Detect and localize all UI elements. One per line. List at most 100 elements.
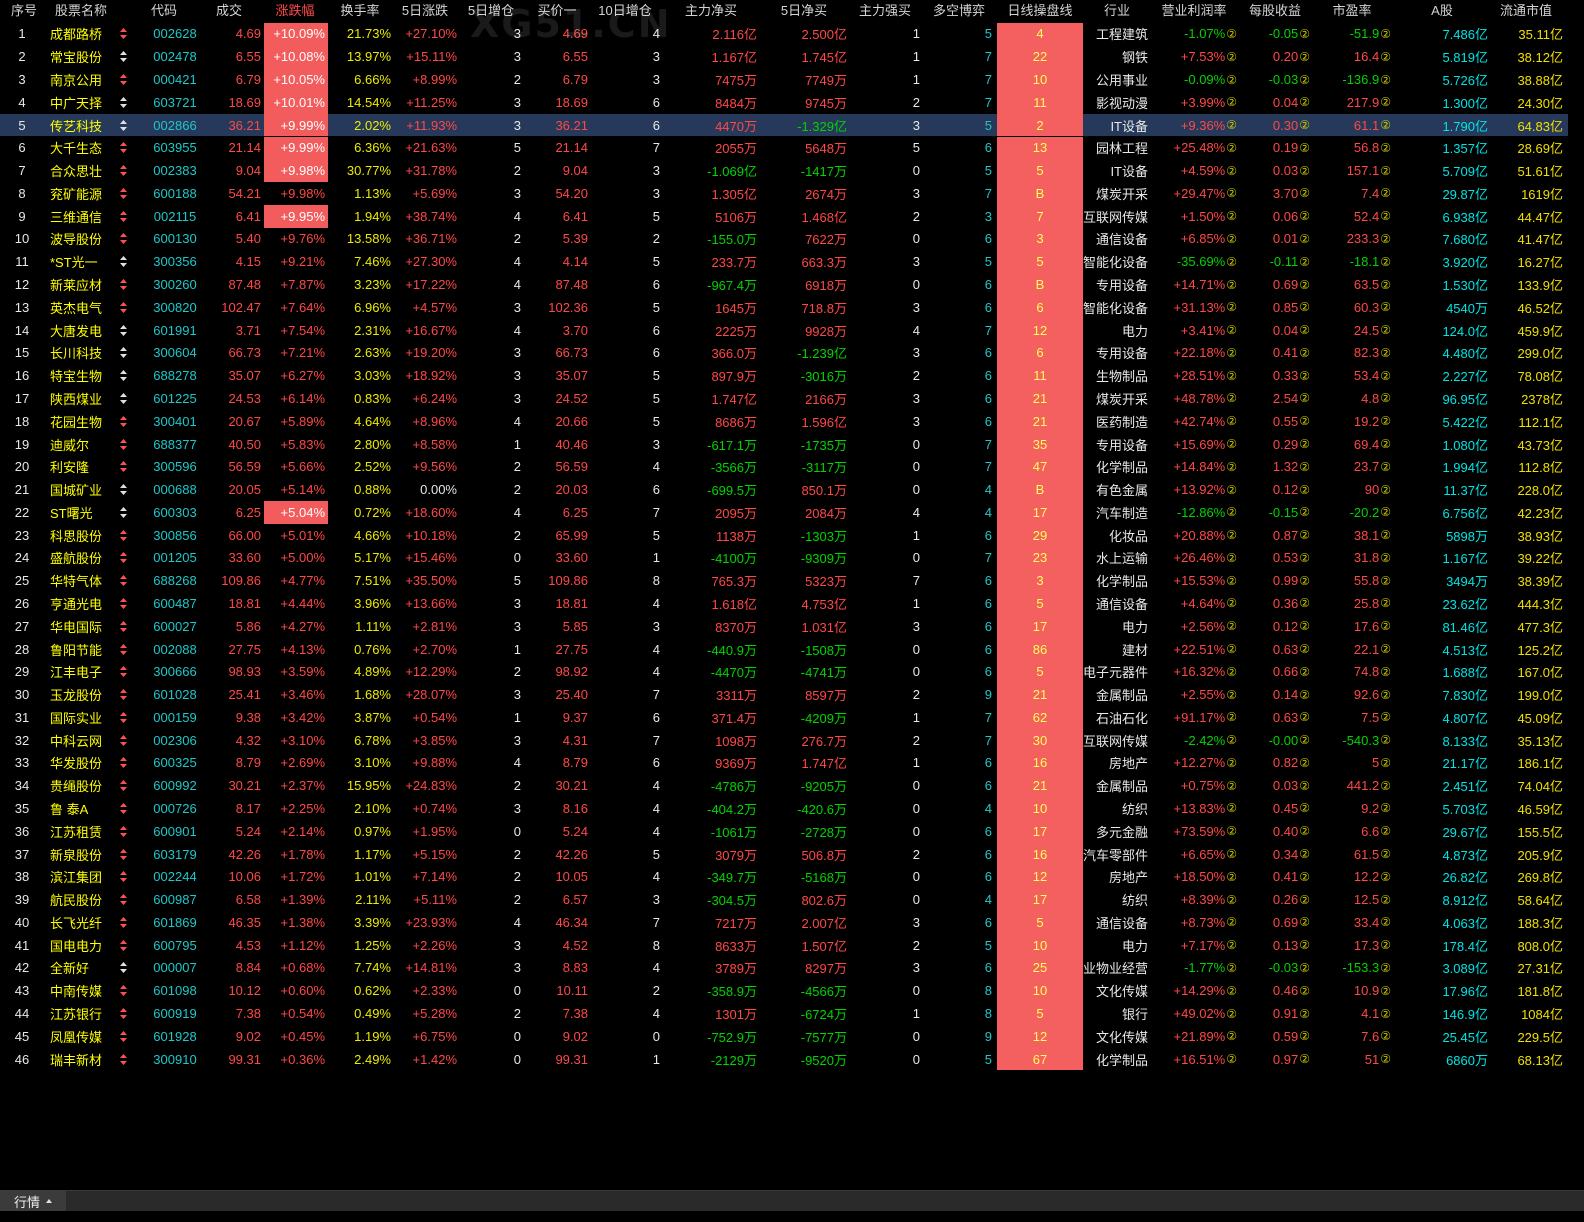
table-row[interactable]: 16 特宝生物 688278 35.07 +6.27% 3.03% +18.92% 3 35.0… bbox=[0, 364, 1568, 388]
name-value: 鲁阳节能 bbox=[50, 642, 103, 658]
cell-add5: 3 bbox=[458, 387, 524, 410]
table-row[interactable]: 33 华发股份 600325 8.79 +2.69% 3.10% +9.88% 4 8.79 6 9… bbox=[0, 751, 1568, 775]
table-row[interactable]: 8 兖矿能源 600188 54.21 +9.98% 1.13% +5.69% 3 54.20 3… bbox=[0, 182, 1568, 205]
table-row[interactable]: 30 玉龙股份 601028 25.41 +3.46% 1.68% +28.07% 3 25.4… bbox=[0, 683, 1568, 706]
eps-value: 0.69 bbox=[1272, 914, 1299, 930]
tab-quotes[interactable]: 行情 bbox=[0, 1191, 66, 1211]
table-row[interactable]: 15 长川科技 300604 66.73 +7.21% 2.63% +19.20% 3 66.7… bbox=[0, 341, 1568, 365]
cell-chg5: +8.58% bbox=[392, 433, 458, 456]
table-row[interactable]: 11 *ST光一 300356 4.15 +9.21% 7.46% +27.30% 4 4.14… bbox=[0, 250, 1568, 274]
table-row[interactable]: 20 利安隆 300596 56.59 +5.66% 2.52% +9.56% 2 56.59 4… bbox=[0, 455, 1568, 479]
table-row[interactable]: 39 航民股份 600987 6.58 +1.39% 2.11% +5.11% 2 6.57 3-… bbox=[0, 888, 1568, 911]
name-value: 亨通光电 bbox=[50, 596, 103, 612]
table-row[interactable]: 1 成都路桥 002628 4.69 +10.09% 21.73% +27.10% 3 4.69… bbox=[0, 22, 1568, 46]
table-row[interactable]: 45 凤凰传媒 601928 9.02 +0.45% 1.19% +6.75% 0 9.02 0-… bbox=[0, 1024, 1568, 1048]
chg-value: +5.83% bbox=[280, 436, 325, 452]
cell-arrow bbox=[116, 501, 130, 524]
ashare-value: 25.45亿 bbox=[1442, 1029, 1488, 1045]
table-row[interactable]: 43 中南传媒 601098 10.12 +0.60% 0.62% +2.33% 0 10.11… bbox=[0, 979, 1568, 1003]
cell-turn: 0.76% bbox=[328, 638, 392, 661]
add10-value: 7 bbox=[652, 687, 660, 703]
report-period-marker: ② bbox=[1226, 1006, 1237, 1021]
table-row[interactable]: 5 传艺科技 002866 36.21 +9.99% 2.02% +11.93% 3 36.21… bbox=[0, 113, 1568, 137]
cell-net5: 506.8万 bbox=[760, 843, 850, 866]
table-row[interactable]: 17 陕西煤业 601225 24.53 +6.14% 0.83% +6.24% 3 24.52… bbox=[0, 387, 1568, 410]
net-value: -1.069亿 bbox=[707, 164, 757, 180]
cell-name: 新莱应材 bbox=[44, 273, 112, 296]
ind-value: 银行 bbox=[1121, 1007, 1148, 1022]
price-value: 35.07 bbox=[228, 368, 261, 384]
table-row[interactable]: 18 花园生物 300401 20.67 +5.89% 4.64% +8.96% 4 20.66… bbox=[0, 409, 1568, 433]
table-row[interactable]: 3 南京公用 000421 6.79 +10.05% 6.66% +8.99% 2 6.79 3 7… bbox=[0, 68, 1568, 91]
table-row[interactable]: 6 大千生态 603955 21.14 +9.99% 6.36% +21.63% 5 21.14… bbox=[0, 136, 1568, 160]
table-row[interactable]: 35 鲁 泰A 000726 8.17 +2.25% 2.10% +0.74% 3 8.16 4-… bbox=[0, 797, 1568, 820]
table-row[interactable]: 21 国城矿业 000688 20.05 +5.14% 0.88% 0.00% 2 20.03 6… bbox=[0, 478, 1568, 501]
line-value: 17 bbox=[1032, 823, 1048, 839]
cell-name: 全新好 bbox=[44, 957, 112, 980]
cell-bid: 7.38 bbox=[524, 1002, 590, 1025]
pe-value: -540.3 bbox=[1342, 732, 1380, 748]
table-row[interactable]: 44 江苏银行 600919 7.38 +0.54% 0.49% +5.28% 2 7.38 4 1… bbox=[0, 1002, 1568, 1025]
table-row[interactable]: 22 ST曙光 600303 6.25 +5.04% 0.72% +18.60% 4 6.25 7… bbox=[0, 500, 1568, 524]
table-row[interactable]: 41 国电电力 600795 4.53 +1.12% 1.25% +2.26% 3 4.52 8 8… bbox=[0, 933, 1568, 957]
report-period-marker: ② bbox=[1299, 755, 1310, 770]
chg5-value: +12.29% bbox=[405, 664, 457, 680]
table-row[interactable]: 28 鲁阳节能 002088 27.75 +4.13% 0.76% +2.70% 1 27.75… bbox=[0, 637, 1568, 661]
table-row[interactable]: 36 江苏租赁 600901 5.24 +2.14% 0.97% +1.95% 0 5.24 4-… bbox=[0, 819, 1568, 843]
add5-value: 3 bbox=[513, 345, 521, 361]
table-row[interactable]: 42 全新好 000007 8.84 +0.68% 7.74% +14.81% 3 8.83 4 3… bbox=[0, 956, 1568, 980]
cell-ashare: 5.726亿 bbox=[1393, 68, 1490, 91]
table-row[interactable]: 25 华特气体 688268 109.86 +4.77% 7.51% +35.50% 5 109… bbox=[0, 569, 1568, 593]
table-row[interactable]: 32 中科云网 002306 4.32 +3.10% 6.78% +3.85% 3 4.31 7 1… bbox=[0, 728, 1568, 752]
cell-ashare: 29.67亿 bbox=[1393, 820, 1490, 843]
table-row[interactable]: 12 新莱应材 300260 87.48 +7.87% 3.23% +17.22% 4 87.4… bbox=[0, 273, 1568, 296]
cell-turn: 15.95% bbox=[328, 774, 392, 797]
table-row[interactable]: 10 波导股份 600130 5.40 +9.76% 13.58% +36.71% 2 5.39… bbox=[0, 227, 1568, 251]
cell-line: 6 bbox=[997, 341, 1083, 365]
table-row[interactable]: 14 大唐发电 601991 3.71 +7.54% 2.31% +16.67% 4 3.70 6… bbox=[0, 318, 1568, 342]
updown-arrow-icon bbox=[119, 1030, 127, 1042]
table-row[interactable]: 27 华电国际 600027 5.86 +4.27% 1.11% +2.81% 3 5.85 3 8… bbox=[0, 614, 1568, 638]
table-row[interactable]: 34 贵绳股份 600992 30.21 +2.37% 15.95% +24.83% 2 30.… bbox=[0, 774, 1568, 798]
cell-seq: 22 bbox=[0, 501, 44, 524]
cell-strong: 1 bbox=[850, 23, 922, 46]
cell-name: 盛航股份 bbox=[44, 547, 112, 570]
cell-strong: 1 bbox=[850, 706, 922, 729]
table-row[interactable]: 46 瑞丰新材 300910 99.31 +0.36% 2.49% +1.42% 0 99.31… bbox=[0, 1047, 1568, 1071]
cell-pe: 157.1 ② bbox=[1312, 159, 1393, 182]
seq-value: 30 bbox=[14, 687, 30, 703]
table-row[interactable]: 40 长飞光纤 601869 46.35 +1.38% 3.39% +23.93% 4 46.3… bbox=[0, 911, 1568, 934]
table-row[interactable]: 24 盛航股份 001205 33.60 +5.00% 5.17% +15.46% 0 33.6… bbox=[0, 546, 1568, 570]
table-row[interactable]: 37 新泉股份 603179 42.26 +1.78% 1.17% +5.15% 2 42.26… bbox=[0, 842, 1568, 866]
table-row[interactable]: 19 迪威尔 688377 40.50 +5.83% 2.80% +8.58% 1 40.46 3… bbox=[0, 432, 1568, 456]
table-row[interactable]: 9 三维通信 002115 6.41 +9.95% 1.94% +38.74% 4 6.41 5 5… bbox=[0, 204, 1568, 228]
cell-bid: 18.81 bbox=[524, 592, 590, 615]
table-row[interactable]: 29 江丰电子 300666 98.93 +3.59% 4.89% +12.29% 2 98.9… bbox=[0, 660, 1568, 684]
cell-ind: 房地产 bbox=[1083, 865, 1150, 888]
net5-value: 2674万 bbox=[805, 186, 847, 202]
cell-pe: 12.2 ② bbox=[1312, 865, 1393, 888]
table-row[interactable]: 7 合众思壮 002383 9.04 +9.98% 30.77% +31.78% 2 9.04 3… bbox=[0, 159, 1568, 183]
cell-code: 002115 bbox=[142, 205, 208, 228]
ashare-value: 6.938亿 bbox=[1442, 209, 1488, 225]
table-row[interactable]: 4 中广天择 603721 18.69 +10.01% 14.54% +11.25% 3 18.… bbox=[0, 90, 1568, 114]
add5-value: 4 bbox=[513, 755, 521, 771]
cell-game: 9 bbox=[922, 1025, 994, 1048]
table-row[interactable]: 13 英杰电气 300820 102.47 +7.64% 6.96% +4.57% 3 102.… bbox=[0, 295, 1568, 319]
table-row[interactable]: 31 国际实业 000159 9.38 +3.42% 3.87% +0.54% 1 9.37 6 3… bbox=[0, 706, 1568, 729]
cell-bid: 30.21 bbox=[524, 774, 590, 797]
cell-name: 兖矿能源 bbox=[44, 182, 112, 205]
turn-value: 2.52% bbox=[354, 459, 391, 475]
table-row[interactable]: 23 科思股份 300856 66.00 +5.01% 4.66% +10.18% 2 65.9… bbox=[0, 523, 1568, 547]
table-row[interactable]: 2 常宝股份 002478 6.55 +10.08% 13.97% +15.11% 3 6.55… bbox=[0, 45, 1568, 69]
cell-price: 87.48 bbox=[200, 273, 262, 296]
cell-add5: 4 bbox=[458, 319, 524, 342]
report-period-marker: ② bbox=[1380, 414, 1391, 429]
chg5-value: +6.75% bbox=[412, 1028, 457, 1044]
table-row[interactable]: 26 亨通光电 600487 18.81 +4.44% 3.96% +13.66% 3 18.8… bbox=[0, 592, 1568, 615]
turn-value: 3.23% bbox=[354, 277, 391, 293]
table-row[interactable]: 38 滨江集团 002244 10.06 +1.72% 1.01% +7.14% 2 10.05… bbox=[0, 865, 1568, 889]
cell-eps: 0.41 ② bbox=[1240, 865, 1312, 888]
cell-add5: 4 bbox=[458, 250, 524, 273]
ashare-value: 26.82亿 bbox=[1442, 870, 1488, 886]
